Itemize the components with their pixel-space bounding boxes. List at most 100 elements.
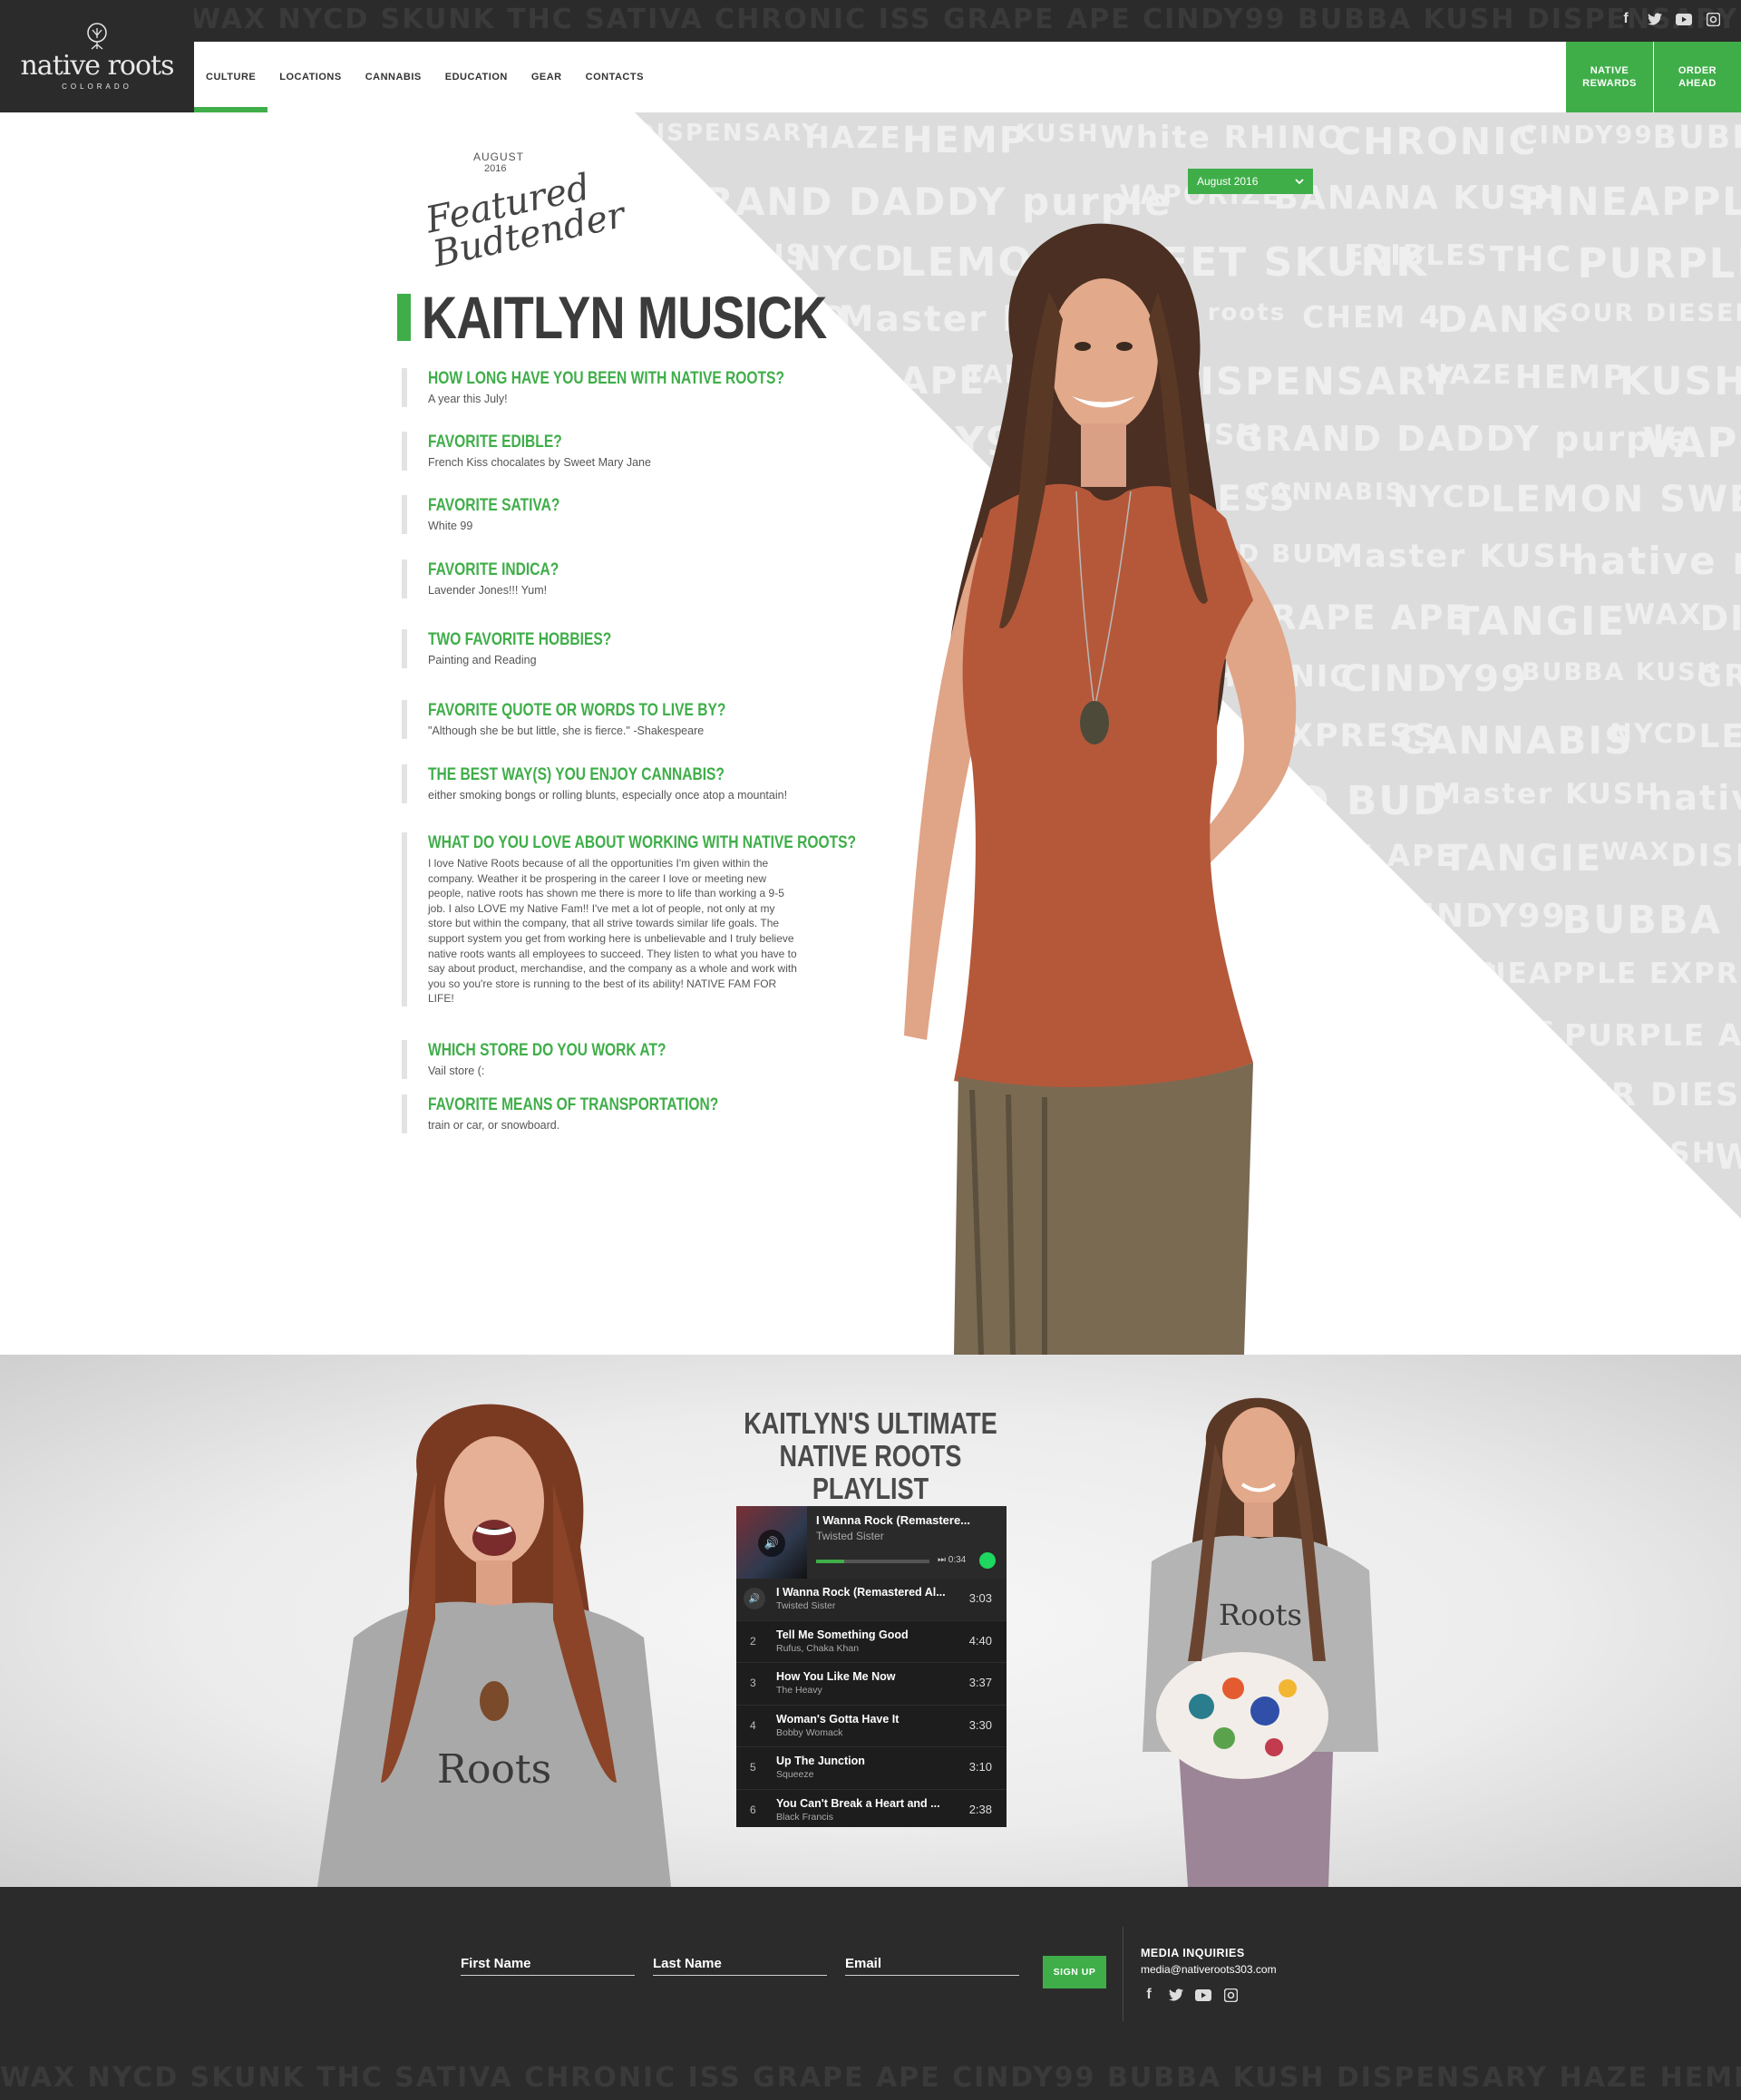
budtender-name: KAITLYN MUSICK bbox=[422, 284, 827, 351]
instagram-icon[interactable] bbox=[1703, 9, 1723, 29]
qa-item: THE BEST WAY(S) YOU ENJOY CANNABIS? eith… bbox=[402, 764, 827, 803]
nav-locations[interactable]: LOCATIONS bbox=[267, 42, 353, 112]
qa-answer: train or car, or snowboard. bbox=[428, 1119, 560, 1132]
pattern-word: HAZE bbox=[1392, 1137, 1502, 1176]
qa-answer: White 99 bbox=[428, 520, 473, 532]
pattern-word: PURPLE ALIEN bbox=[1563, 1017, 1741, 1053]
brand-logo[interactable]: native roots COLORADO bbox=[0, 0, 194, 112]
qa-item: HOW LONG HAVE YOU BEEN WITH NATIVE ROOTS… bbox=[402, 368, 827, 407]
pattern-word: TANGIE bbox=[1443, 838, 1603, 880]
featured-year: 2016 bbox=[484, 163, 507, 174]
qa-question: THE BEST WAY(S) YOU ENJOY CANNABIS? bbox=[428, 765, 725, 784]
pattern-word: CINDY99 bbox=[1396, 898, 1567, 935]
budtender-photo-right: Roots bbox=[1143, 1397, 1378, 1887]
pattern-word: CHRONIC bbox=[1334, 120, 1538, 163]
speaker-icon: 🔊 bbox=[744, 1588, 765, 1609]
pattern-word: CANNABIS bbox=[1397, 718, 1634, 763]
signup-button[interactable]: SIGN UP bbox=[1043, 1956, 1106, 1988]
qa-item: TWO FAVORITE HOBBIES? Painting and Readi… bbox=[402, 629, 827, 668]
pattern-word: BUBBA KUSH bbox=[1652, 120, 1741, 156]
now-playing-time-value: 0:34 bbox=[948, 1555, 967, 1565]
pattern-word: GRAND DADDY purple bbox=[671, 180, 1172, 224]
pattern-word: HEMP bbox=[1514, 359, 1629, 396]
svg-text:Roots: Roots bbox=[1219, 1598, 1302, 1632]
tree-icon bbox=[87, 22, 107, 49]
pattern-word: native roots bbox=[1648, 778, 1741, 818]
playlist-section: Roots KAITLYN'S ULTIMATE NATIVE ROOTS PL… bbox=[0, 1355, 1741, 1887]
album-cover[interactable]: 🔊 bbox=[736, 1506, 807, 1579]
pattern-word: TANGIE bbox=[1452, 598, 1627, 645]
spotify-icon[interactable] bbox=[979, 1552, 996, 1569]
track-row[interactable]: 2 Tell Me Something Good Rufus, Chaka Kh… bbox=[736, 1621, 1007, 1664]
track-title: How You Like Me Now bbox=[776, 1670, 896, 1684]
now-playing-time: ⏭ 0:34 bbox=[938, 1555, 967, 1565]
pattern-words-bottom: WAX NYCD SKUNK THC SATIVA CHRONIC ISS GR… bbox=[0, 2062, 1741, 2094]
twitter-icon[interactable] bbox=[1645, 9, 1665, 29]
nav-education[interactable]: EDUCATION bbox=[433, 42, 520, 112]
pattern-word: CINDY99 bbox=[1519, 120, 1654, 150]
month-select-value: August 2016 bbox=[1197, 175, 1259, 188]
twitter-icon[interactable] bbox=[1166, 1985, 1186, 2005]
pattern-word: PURPLE ALIEN bbox=[1577, 239, 1741, 287]
qa-item: WHICH STORE DO YOU WORK AT? Vail store (… bbox=[402, 1040, 827, 1079]
track-number: 5 bbox=[750, 1761, 756, 1774]
now-playing: 🔊 I Wanna Rock (Remastere... Twisted Sis… bbox=[736, 1506, 1007, 1579]
pattern-word: DISPENSARY bbox=[1670, 838, 1741, 874]
track-number: 3 bbox=[750, 1677, 756, 1690]
track-row[interactable]: 5 Up The Junction Squeeze 3:10 bbox=[736, 1747, 1007, 1790]
brand-region: COLORADO bbox=[62, 82, 132, 91]
track-duration: 3:10 bbox=[968, 1760, 992, 1774]
nav-culture[interactable]: CULTURE bbox=[194, 42, 268, 112]
order-ahead-button[interactable]: ORDER AHEAD bbox=[1654, 42, 1741, 112]
pattern-word: HEMP bbox=[1499, 1137, 1637, 1183]
nav-contacts[interactable]: CONTACTS bbox=[574, 42, 656, 112]
pattern-word: Master KUSH bbox=[1331, 539, 1586, 575]
social-links-footer: f bbox=[1139, 1985, 1240, 2005]
native-rewards-button[interactable]: NATIVE REWARDS bbox=[1566, 42, 1653, 112]
featured-budtender-badge: AUGUST 2016 Featured Budtender bbox=[417, 147, 628, 276]
qa-question: FAVORITE EDIBLE? bbox=[428, 433, 562, 452]
progress-bar[interactable] bbox=[816, 1560, 929, 1563]
instagram-icon[interactable] bbox=[1221, 1985, 1240, 2005]
pattern-word: SOUR DIESEL bbox=[1530, 1077, 1741, 1113]
pattern-word: DANK bbox=[1444, 1077, 1533, 1107]
social-links-top: f bbox=[1616, 9, 1723, 29]
qa-question: FAVORITE INDICA? bbox=[428, 560, 559, 579]
media-email-link[interactable]: media@nativeroots303.com bbox=[1141, 1963, 1277, 1976]
track-title: I Wanna Rock (Remastered Al... bbox=[776, 1586, 946, 1599]
last-name-field[interactable]: Last Name bbox=[653, 1956, 827, 1976]
track-row[interactable]: 6 You Can't Break a Heart and ... Black … bbox=[736, 1790, 1007, 1832]
qa-answer: either smoking bongs or rolling blunts, … bbox=[428, 789, 788, 802]
pattern-word: HAZE bbox=[1425, 359, 1513, 390]
track-artist: The Heavy bbox=[776, 1685, 822, 1697]
qa-question: WHICH STORE DO YOU WORK AT? bbox=[428, 1041, 666, 1060]
month-select[interactable]: August 2016 bbox=[1188, 169, 1313, 194]
now-playing-title: I Wanna Rock (Remastere... bbox=[816, 1513, 971, 1527]
youtube-icon[interactable] bbox=[1193, 1985, 1213, 2005]
email-field[interactable]: Email bbox=[845, 1956, 1019, 1976]
track-artist: Bobby Womack bbox=[776, 1726, 843, 1738]
track-row[interactable]: 🔊 I Wanna Rock (Remastered Al... Twisted… bbox=[736, 1579, 1007, 1621]
facebook-icon[interactable]: f bbox=[1139, 1985, 1159, 2005]
facebook-icon[interactable]: f bbox=[1616, 9, 1636, 29]
track-row[interactable]: 3 How You Like Me Now The Heavy 3:37 bbox=[736, 1663, 1007, 1706]
qa-question: TWO FAVORITE HOBBIES? bbox=[428, 630, 612, 649]
youtube-icon[interactable] bbox=[1674, 9, 1694, 29]
volume-icon[interactable]: 🔊 bbox=[758, 1530, 785, 1557]
footer: First Name Last Name Email SIGN UP MEDIA… bbox=[0, 1887, 1741, 2055]
nav-gear[interactable]: GEAR bbox=[520, 42, 574, 112]
track-number: 2 bbox=[750, 1634, 756, 1648]
pattern-word: SOUR DIESEL bbox=[1551, 299, 1741, 327]
pattern-word: DISPENSARY bbox=[1699, 598, 1741, 638]
pattern-word: BUBBA KUSH bbox=[1521, 658, 1720, 686]
pattern-word: NYCD bbox=[1610, 718, 1699, 749]
nav-cannabis[interactable]: CANNABIS bbox=[354, 42, 433, 112]
track-duration: 3:03 bbox=[968, 1591, 992, 1605]
track-title: Woman's Gotta Have It bbox=[776, 1712, 900, 1726]
pattern-word: VAPORIZE bbox=[1642, 419, 1741, 467]
track-row[interactable]: 4 Woman's Gotta Have It Bobby Womack 3:3… bbox=[736, 1706, 1007, 1748]
qa-answer: Lavender Jones!!! Yum! bbox=[428, 584, 548, 597]
first-name-field[interactable]: First Name bbox=[461, 1956, 635, 1976]
spotify-player[interactable]: 🔊 I Wanna Rock (Remastere... Twisted Sis… bbox=[736, 1506, 1007, 1827]
qa-item: FAVORITE EDIBLE? French Kiss chocalates … bbox=[402, 432, 827, 471]
